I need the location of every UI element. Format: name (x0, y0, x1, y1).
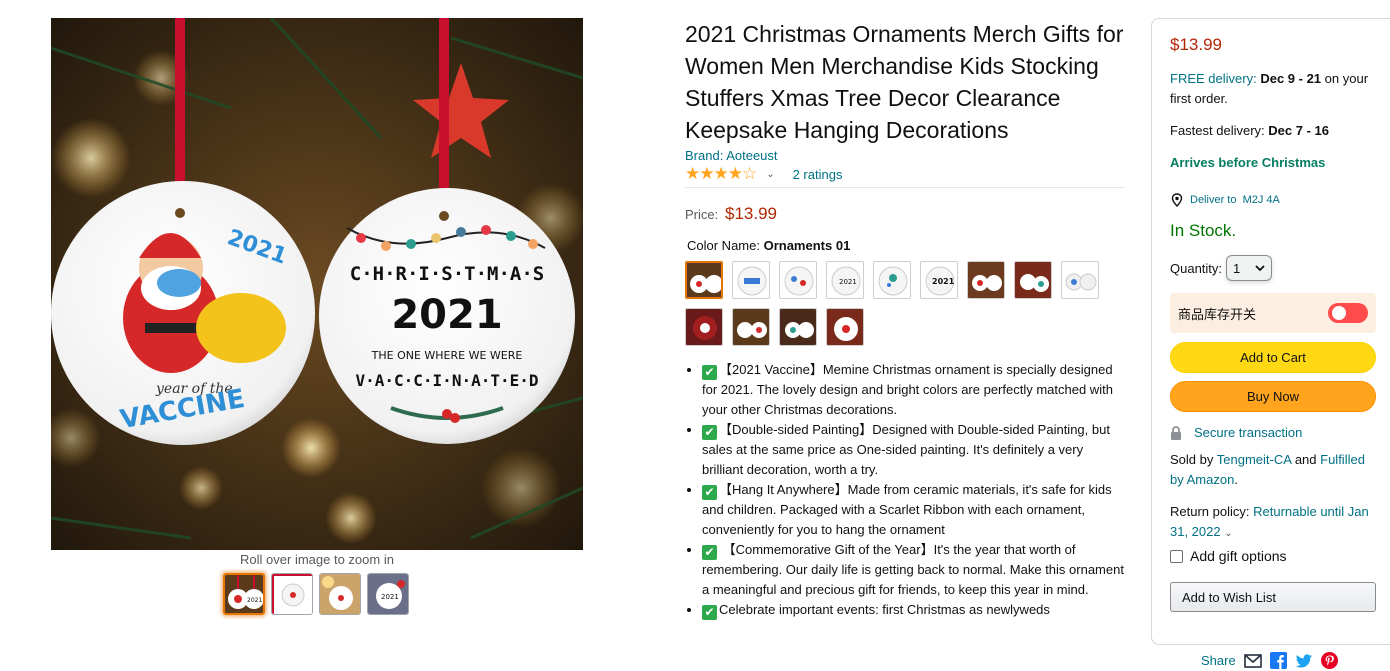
pinterest-icon[interactable] (1320, 652, 1338, 669)
chevron-down-icon (1255, 264, 1265, 271)
swatch-8[interactable] (1014, 261, 1052, 299)
location-pin-icon (1171, 193, 1183, 207)
swatch-ornaments-01[interactable] (685, 261, 723, 299)
twitter-icon[interactable] (1295, 653, 1313, 669)
swatch-6[interactable]: 2021 (920, 261, 958, 299)
secure-transaction-link[interactable]: Secure transaction (1170, 425, 1372, 440)
free-delivery-link[interactable]: FREE delivery: (1170, 71, 1257, 86)
svg-text:V·A·C·C·I·N·A·T·E·D: V·A·C·C·I·N·A·T·E·D (355, 371, 538, 390)
chevron-down-icon[interactable]: ⌄ (1224, 528, 1232, 539)
zoom-hint: Roll over image to zoom in (240, 552, 394, 567)
quantity-select[interactable]: 1 (1226, 255, 1273, 281)
svg-text:2021: 2021 (391, 292, 502, 338)
chevron-down-icon[interactable]: ⌄ (766, 169, 774, 180)
price-value: $13.99 (725, 204, 777, 223)
postal-code: M2J 4A (1242, 194, 1280, 206)
check-mark-icon: ✔ (702, 485, 717, 500)
swatch-3[interactable] (779, 261, 817, 299)
swatch-5[interactable] (873, 261, 911, 299)
svg-text:2021: 2021 (381, 593, 399, 601)
quantity-row: Quantity: 1 (1170, 255, 1372, 281)
thumbnail-1[interactable]: 2021 (223, 573, 265, 615)
deliver-to-link[interactable]: Deliver to M2J 4A (1170, 193, 1372, 207)
svg-text:2021: 2021 (247, 597, 262, 604)
thumbnail-3[interactable] (319, 573, 361, 615)
feature-bullets: ✔【2021 Vaccine】Memine Christmas ornament… (685, 360, 1125, 620)
lock-icon (1171, 425, 1181, 440)
christmas-ornaments-photo: 2021 year of the VACCINE C·H·R·I·S·T·M·A… (51, 18, 583, 550)
price-label: Price: (685, 207, 719, 222)
product-info: 2021 Christmas Ornaments Merch Gifts for… (685, 18, 1125, 620)
swatch-13[interactable] (826, 308, 864, 346)
ratings-count-link[interactable]: 2 ratings (793, 167, 843, 182)
gift-options-row[interactable]: Add gift options (1170, 548, 1372, 564)
buy-box: $13.99 FREE delivery: Dec 9 - 21 on your… (1151, 18, 1390, 645)
check-mark-icon: ✔ (702, 545, 717, 560)
swatch-7[interactable] (967, 261, 1005, 299)
swatch-9[interactable] (1061, 261, 1099, 299)
seller-link[interactable]: Tengmeit-CA (1217, 452, 1291, 467)
share-label: Share (1201, 653, 1236, 668)
return-policy: Return policy: Returnable until Jan 31, … (1170, 504, 1369, 539)
email-icon[interactable] (1243, 653, 1262, 668)
swatch-12[interactable] (779, 308, 817, 346)
feature-bullet: ✔【2021 Vaccine】Memine Christmas ornament… (702, 360, 1125, 420)
share-row: Share (1201, 652, 1338, 669)
fastest-delivery-dates: Dec 7 - 16 (1268, 123, 1329, 138)
feature-bullet: ✔Celebrate important events: first Chris… (702, 600, 1125, 620)
fastest-delivery-label: Fastest delivery: (1170, 123, 1265, 138)
divider (685, 187, 1125, 188)
sold-by-info: Sold by Tengmeit-CA and Fulfilled by Ama… (1170, 452, 1365, 487)
buy-now-button[interactable]: Buy Now (1170, 381, 1376, 412)
stock-toggle-switch[interactable] (1328, 303, 1368, 323)
star-rating[interactable]: ★★★★☆ (685, 164, 757, 184)
feature-bullet: ✔ 【Commemorative Gift of the Year】It's t… (702, 540, 1125, 600)
color-swatches: 2021 2021 (685, 261, 1125, 346)
gift-options-checkbox[interactable] (1170, 549, 1183, 563)
svg-text:THE ONE WHERE WE WERE: THE ONE WHERE WE WERE (371, 349, 523, 362)
swatch-4[interactable]: 2021 (826, 261, 864, 299)
add-to-cart-button[interactable]: Add to Cart (1170, 342, 1376, 373)
swatch-11[interactable] (732, 308, 770, 346)
check-mark-icon: ✔ (702, 425, 717, 440)
rating-row: ★★★★☆ ⌄ 2 ratings (685, 163, 1125, 185)
feature-bullet: ✔【Double-sided Painting】Designed with Do… (702, 420, 1125, 480)
free-delivery-dates: Dec 9 - 21 (1260, 71, 1322, 86)
arrives-before-christmas: Arrives before Christmas (1170, 155, 1326, 170)
stock-status: In Stock. (1170, 221, 1237, 240)
color-name-row: Color Name: Ornaments 01 (687, 238, 1125, 253)
price-row: Price: $13.99 (685, 204, 1125, 224)
thumbnail-4[interactable]: 2021 (367, 573, 409, 615)
color-label: Color Name: (687, 238, 760, 253)
add-to-wish-list-button[interactable]: Add to Wish List (1170, 582, 1376, 612)
check-mark-icon: ✔ (702, 365, 717, 380)
free-delivery-info: FREE delivery: Dec 9 - 21 on your first … (1170, 69, 1372, 109)
buybox-price: $13.99 (1170, 35, 1222, 54)
quantity-label: Quantity: (1170, 260, 1223, 276)
swatch-2[interactable] (732, 261, 770, 299)
fastest-delivery-info: Fastest delivery: Dec 7 - 16 (1170, 121, 1372, 141)
svg-text:2021: 2021 (932, 277, 955, 286)
stock-toggle-label: 商品库存开关 (1178, 306, 1257, 322)
facebook-icon[interactable] (1269, 652, 1287, 669)
svg-text:2021: 2021 (839, 278, 857, 286)
brand-link[interactable]: Brand: Aoteeust (685, 148, 1125, 163)
svg-text:C·H·R·I·S·T·M·A·S: C·H·R·I·S·T·M·A·S (350, 263, 544, 285)
main-product-image[interactable]: 2021 year of the VACCINE C·H·R·I·S·T·M·A… (51, 18, 583, 550)
color-value: Ornaments 01 (763, 238, 851, 253)
product-title: 2021 Christmas Ornaments Merch Gifts for… (685, 21, 1124, 143)
thumbnail-2[interactable] (271, 573, 313, 615)
swatch-10[interactable] (685, 308, 723, 346)
check-mark-icon: ✔ (702, 605, 717, 620)
feature-bullet: ✔【Hang It Anywhere】Made from ceramic mat… (702, 480, 1125, 540)
stock-toggle-panel: 商品库存开关 (1170, 293, 1376, 333)
thumbnail-strip: 2021 2021 (223, 573, 409, 615)
